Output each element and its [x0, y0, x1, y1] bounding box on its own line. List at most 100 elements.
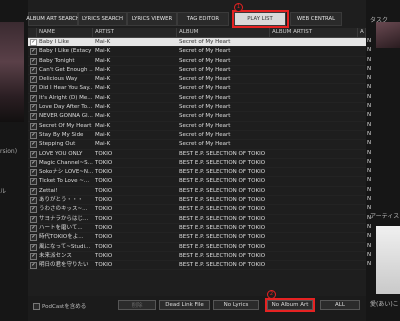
row-check[interactable]: ✓: [28, 187, 37, 195]
table-row[interactable]: ✓ It's Alright (D) Me... Mai-K Secret of My…: [28, 94, 366, 104]
checkbox[interactable]: ✓: [30, 243, 37, 251]
checkbox[interactable]: ✓: [30, 169, 37, 177]
checkbox[interactable]: ✓: [30, 234, 37, 242]
cell-a-continued: N: [367, 186, 372, 193]
table-row[interactable]: ✓ 未来派センス TOKIO BEST E.P. SELECTION OF TOKIO: [28, 252, 366, 262]
row-check[interactable]: ✓: [28, 140, 37, 149]
checkbox[interactable]: ✓: [30, 94, 37, 102]
podcast-checkbox[interactable]: [33, 302, 40, 310]
row-check[interactable]: ✓: [28, 224, 37, 232]
table-row[interactable]: ✓ 明日の君を守りたい TOKIO BEST E.P. SELECTION OF TO…: [28, 261, 366, 271]
checkbox[interactable]: ✓: [30, 197, 37, 205]
row-check[interactable]: ✓: [28, 47, 37, 56]
table-row[interactable]: ✓ Magic Channel~S... TOKIO BEST E.P. SELECT…: [28, 159, 366, 169]
row-check[interactable]: ✓: [28, 84, 37, 93]
checkbox[interactable]: ✓: [30, 39, 37, 46]
tab-lyrics-viewer[interactable]: LYRICS VIEWER: [127, 12, 177, 26]
row-check[interactable]: ✓: [28, 233, 37, 242]
row-check[interactable]: ✓: [28, 205, 37, 214]
row-check[interactable]: ✓: [28, 252, 37, 260]
table-row[interactable]: ✓ Ticket To Love ~... TOKIO BEST E.P. SELEC…: [28, 177, 366, 187]
table-row[interactable]: ✓ 時代TOKIOをよ... TOKIO BEST E.P. SELECTION OF…: [28, 233, 366, 243]
cell-name: 風になって~Studi...: [39, 243, 91, 250]
checkbox[interactable]: ✓: [30, 131, 37, 139]
table-row[interactable]: ✓ Stepping Out Mai-K Secret of My Heart: [28, 140, 366, 150]
checkbox[interactable]: ✓: [30, 159, 37, 167]
row-check[interactable]: ✓: [28, 168, 37, 177]
cell-name: うわさのキッス~...: [39, 206, 88, 213]
row-check[interactable]: ✓: [28, 215, 37, 223]
table-row[interactable]: ✓ Baby Tonight Mai-K Secret of My Heart: [28, 57, 366, 66]
row-check[interactable]: ✓: [28, 57, 37, 65]
checkbox[interactable]: ✓: [30, 187, 37, 195]
column-header-artist[interactable]: ARTIST: [93, 28, 177, 37]
table-row[interactable]: ✓ LOVE YOU ONLY TOKIO BEST E.P. SELECTION O…: [28, 150, 366, 159]
table-row[interactable]: ✓ Zettai! TOKIO BEST E.P. SELECTION OF TOKI…: [28, 187, 366, 197]
cell-name: Baby Tonight: [39, 57, 75, 64]
dead-link-file-button[interactable]: Dead Link File: [159, 300, 210, 310]
column-header-album[interactable]: ALBUM: [177, 28, 270, 37]
row-check[interactable]: ✓: [28, 131, 37, 139]
table-row[interactable]: ✓ Stay By My Side Mai-K Secret of My Heart: [28, 131, 366, 141]
row-check[interactable]: ✓: [28, 196, 37, 205]
checkbox[interactable]: ✓: [30, 85, 37, 93]
table-row[interactable]: ✓ Love Day After To... Mai-K Secret of My H…: [28, 103, 366, 113]
row-check[interactable]: ✓: [28, 159, 37, 167]
row-check[interactable]: ✓: [28, 103, 37, 112]
tab-web-central[interactable]: WEB CENTRAL: [290, 12, 342, 26]
table-row[interactable]: ✓ Can't Get Enough ... Mai-K Secret of My H…: [28, 66, 366, 76]
row-check[interactable]: ✓: [28, 94, 37, 102]
row-check[interactable]: ✓: [28, 243, 37, 251]
checkbox[interactable]: ✓: [30, 178, 37, 186]
checkbox[interactable]: ✓: [30, 262, 37, 270]
checkbox[interactable]: ✓: [30, 57, 37, 65]
checkbox[interactable]: ✓: [30, 113, 37, 121]
row-check[interactable]: ✓: [28, 261, 37, 270]
cell-a: [358, 57, 366, 65]
checkbox[interactable]: ✓: [30, 215, 37, 223]
checkbox[interactable]: ✓: [30, 122, 37, 130]
table-row[interactable]: ✓ 風になって~Studi... TOKIO BEST E.P. SELECTION …: [28, 243, 366, 252]
table-row[interactable]: ✓ NEVER GONNA GI... Mai-K Secret of My Hear…: [28, 112, 366, 122]
row-check[interactable]: ✓: [28, 66, 37, 74]
column-header-name[interactable]: NAME: [37, 28, 93, 37]
tab-lyrics-search[interactable]: LYRICS SEARCH: [78, 12, 127, 26]
table-row[interactable]: ✓ ありがとう・・・ TOKIO BEST E.P. SELECTION OF TOK…: [28, 196, 366, 206]
checkbox[interactable]: ✓: [30, 66, 37, 74]
table-row[interactable]: ✓ サヨナラからはじ... TOKIO BEST E.P. SELECTION OF …: [28, 215, 366, 224]
table-row[interactable]: ✓ Secret Of My Heart Mai-K Secret of My Hea…: [28, 122, 366, 131]
checkbox[interactable]: ✓: [30, 104, 37, 112]
table-row[interactable]: ✓ うわさのキッス~... TOKIO BEST E.P. SELECTION OF …: [28, 205, 366, 215]
table-row[interactable]: ✓ Baby I Like (Extacy ... Mai-K Secret of M…: [28, 47, 366, 57]
column-header-album-artist[interactable]: ALBUM ARTIST: [270, 28, 358, 37]
column-header-a[interactable]: A: [358, 28, 366, 37]
tab-album-art-search[interactable]: ALBUM ART SEARCH: [26, 12, 80, 26]
podcast-option[interactable]: PodCastを含める: [33, 302, 86, 310]
row-check[interactable]: ✓: [28, 122, 37, 130]
cell-name: Delicious Way: [39, 76, 78, 83]
checkbox[interactable]: ✓: [30, 224, 37, 232]
cell-album-artist: [270, 205, 358, 213]
table-row[interactable]: ✓ Sokoナシ LOVE~N... TOKIO BEST E.P. SELECTIO…: [28, 168, 366, 178]
row-check[interactable]: ✓: [28, 150, 37, 158]
checkbox[interactable]: ✓: [30, 252, 37, 260]
row-check[interactable]: ✓: [28, 75, 37, 84]
checkbox[interactable]: ✓: [30, 141, 37, 149]
table-row[interactable]: ✓ Baby I Like Mai-K Secret of My Heart: [28, 38, 366, 48]
checkbox[interactable]: ✓: [30, 206, 37, 214]
checkbox[interactable]: ✓: [30, 48, 37, 56]
table-row[interactable]: ✓ Delicious Way Mai-K Secret of My Heart: [28, 75, 366, 85]
checkbox[interactable]: ✓: [30, 76, 37, 84]
row-check[interactable]: ✓: [28, 38, 37, 46]
table-row[interactable]: ✓ Did I Hear You Say... Mai-K Secret of My …: [28, 84, 366, 94]
table-row[interactable]: ✓ ハートを磨いて... TOKIO BEST E.P. SELECTION OF T…: [28, 224, 366, 234]
all-button[interactable]: ALL: [320, 300, 360, 310]
checkbox[interactable]: ✓: [30, 150, 37, 158]
cell-album-artist: [270, 215, 358, 223]
tab-tag-editor[interactable]: TAG EDITOR: [177, 12, 229, 26]
row-check[interactable]: ✓: [28, 177, 37, 186]
delete-button[interactable]: 削除: [118, 300, 156, 310]
cell-name: Can't Get Enough ...: [39, 66, 93, 73]
no-lyrics-button[interactable]: No Lyrics: [213, 300, 259, 310]
row-check[interactable]: ✓: [28, 112, 37, 121]
